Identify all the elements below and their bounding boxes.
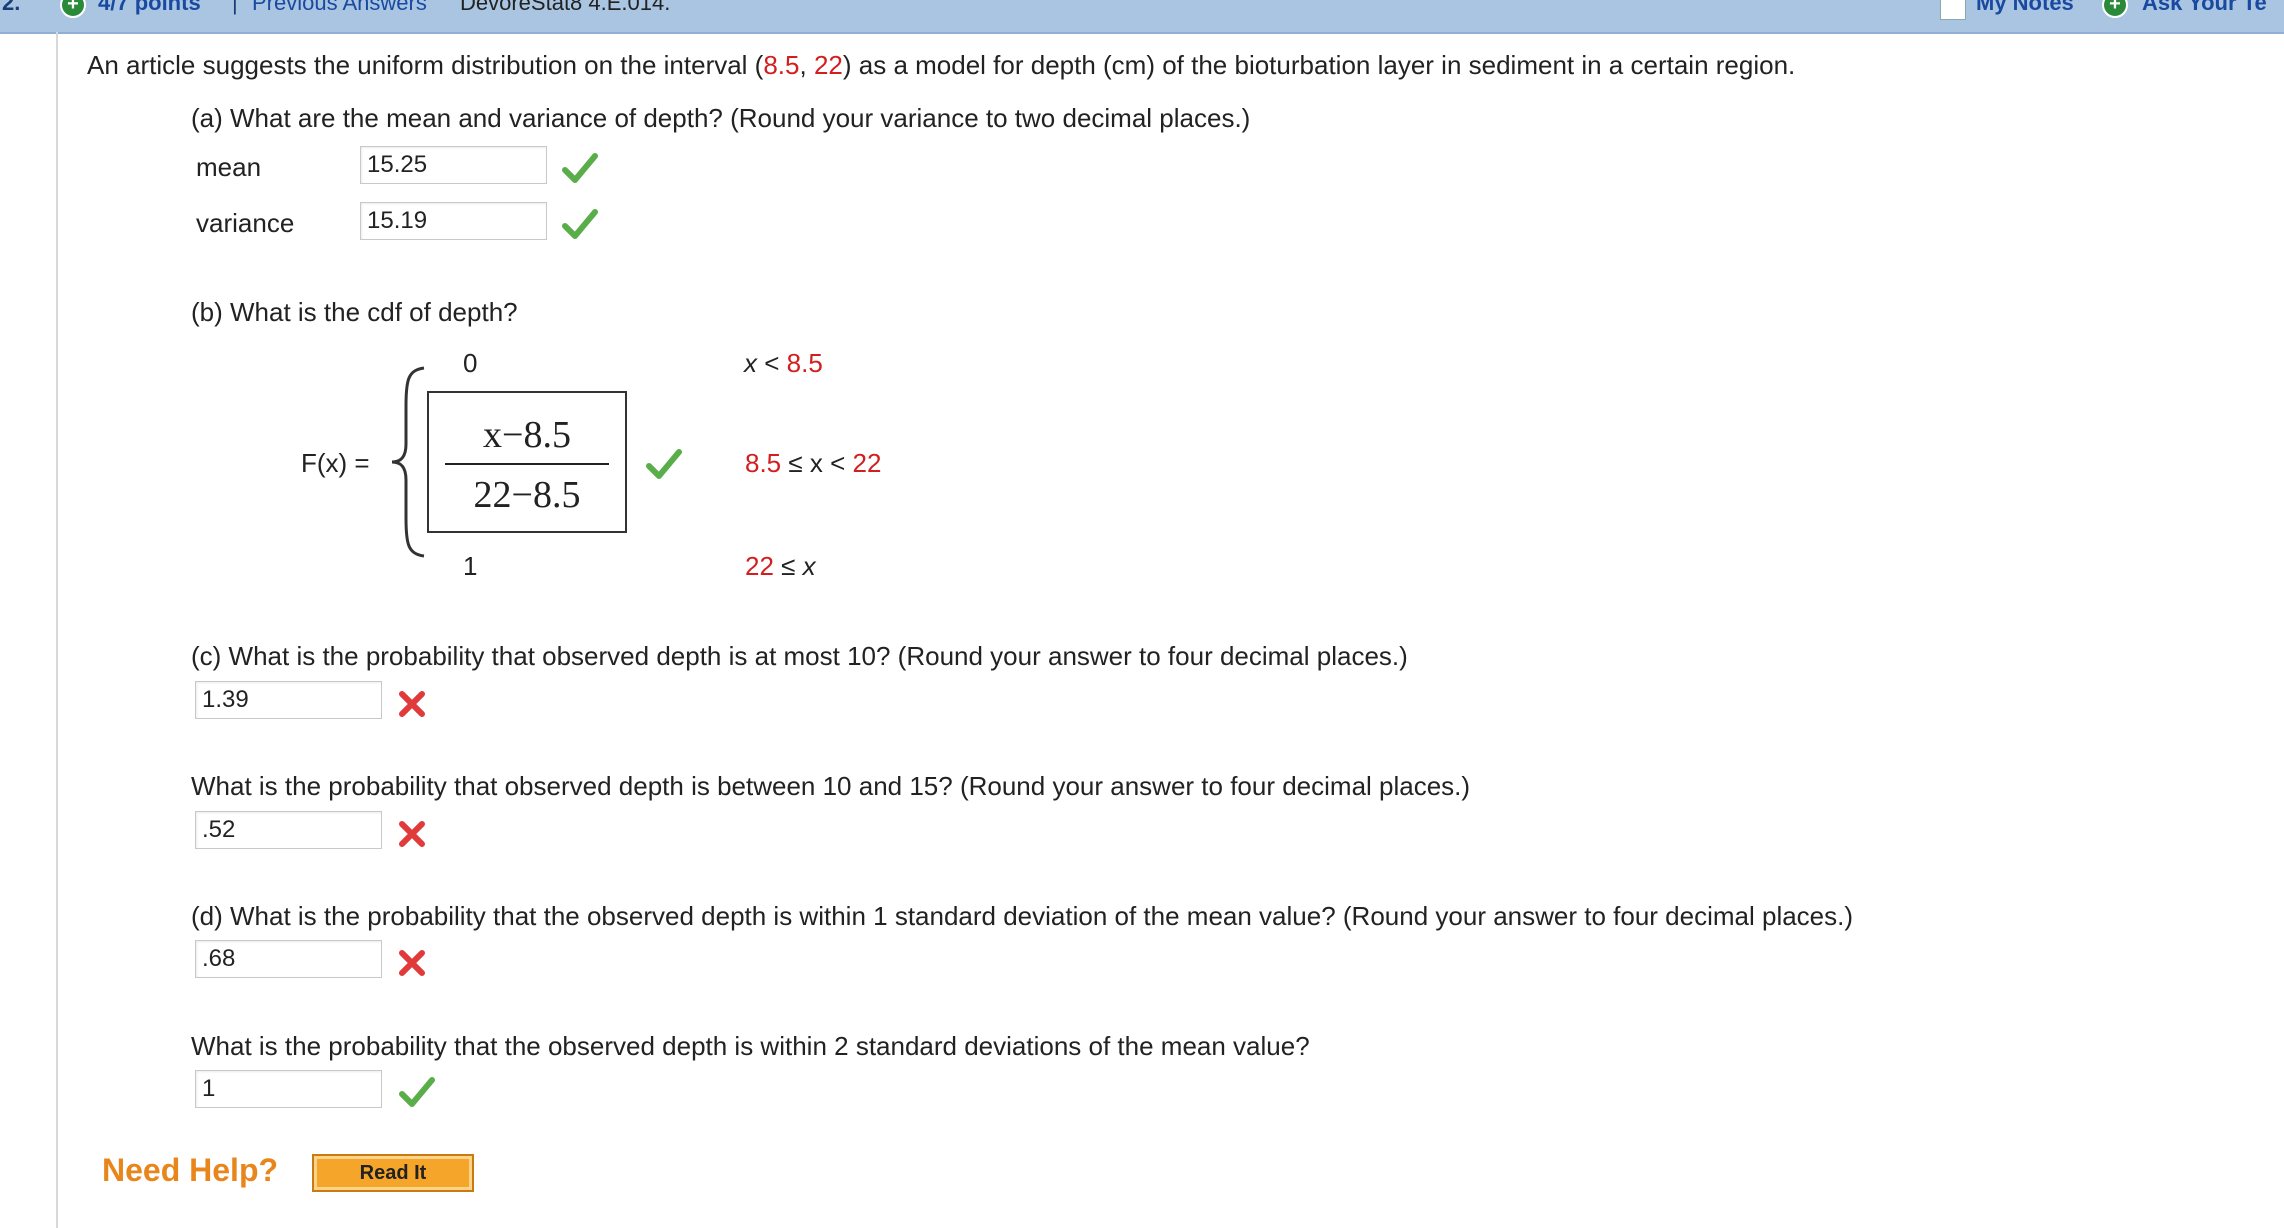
plus-icon[interactable]: + [60,0,86,18]
cdf-row2-condition: 8.5 ≤ x < 22 [745,448,882,478]
mean-input[interactable] [360,146,547,184]
part-c-question-2: What is the probability that observed de… [191,771,1471,801]
cdf-answer-box[interactable]: x−8.5 22−8.5 [427,391,627,533]
part-d-question: (d) What is the probability that the obs… [191,901,1854,931]
check-icon [562,153,598,183]
part-c-answer-input-2[interactable] [195,811,382,849]
fx-label: F(x) = [301,448,370,478]
x-icon [399,950,425,976]
mean-label: mean [196,152,262,182]
part-d-answer-input[interactable] [195,940,382,978]
separator: | [232,0,238,15]
cdf-row3-condition: 22 ≤ x [745,551,816,581]
previous-answers-link[interactable]: Previous Answers [252,0,427,16]
variance-label: variance [196,208,295,238]
check-icon [646,449,682,479]
part-d-answer-input-2[interactable] [195,1070,382,1108]
cdf-row3-value: 1 [463,551,478,581]
check-icon [562,209,598,239]
my-notes-link[interactable]: My Notes [1976,0,2074,16]
question-source: DevoreStat8 4.E.014. [460,0,671,15]
x-icon [399,691,425,717]
check-icon [399,1077,435,1107]
part-b-question: (b) What is the cdf of depth? [191,297,518,327]
points-link[interactable]: 4/7 points [98,0,201,16]
need-help-label: Need Help? [102,1152,279,1188]
fraction-bar [445,463,609,465]
part-d-question-2: What is the probability that the observe… [191,1031,1310,1061]
notes-checkbox[interactable] [1940,0,1966,20]
x-icon [399,821,425,847]
part-c-question: (c) What is the probability that observe… [191,641,1408,671]
problem-intro: An article suggests the uniform distribu… [87,50,1796,80]
left-brace-icon [391,366,425,558]
part-c-answer-input[interactable] [195,681,382,719]
plus-icon[interactable]: + [2102,0,2128,18]
variance-input[interactable] [360,202,547,240]
read-it-button[interactable]: Read It [312,1154,474,1192]
part-a-question: (a) What are the mean and variance of de… [191,103,1251,133]
cdf-row1-value: 0 [463,348,478,378]
cdf-row1-condition: x < 8.5 [744,348,823,378]
fraction-denominator: 22−8.5 [473,474,581,516]
ask-your-teacher-link[interactable]: Ask Your Te [2142,0,2267,16]
fraction-numerator: x−8.5 [483,414,571,456]
left-border [56,32,58,1228]
question-number: 2. [2,0,21,15]
question-header-bar: 2. + 4/7 points | Previous Answers Devor… [0,0,2284,34]
